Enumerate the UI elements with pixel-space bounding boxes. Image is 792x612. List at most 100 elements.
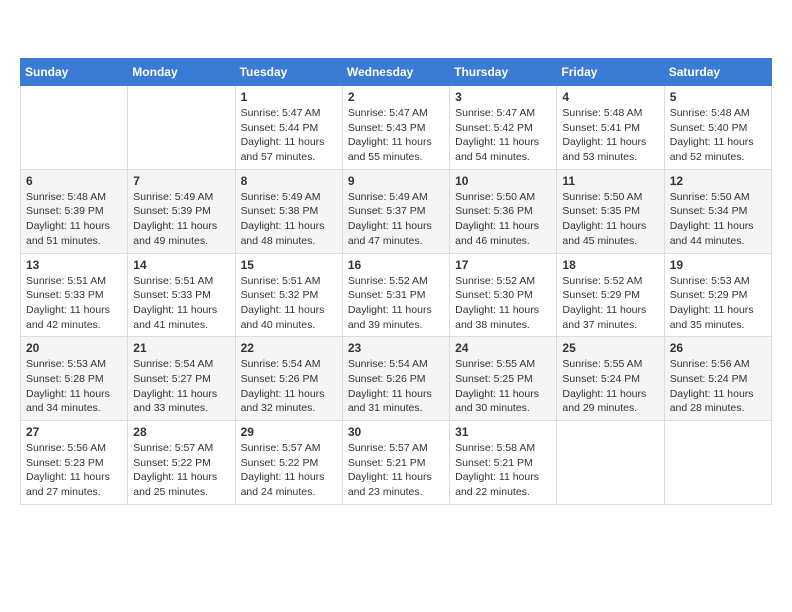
calendar: SundayMondayTuesdayWednesdayThursdayFrid… — [20, 58, 772, 505]
day-number: 7 — [133, 174, 229, 188]
calendar-cell: 25Sunrise: 5:55 AM Sunset: 5:24 PM Dayli… — [557, 337, 664, 421]
day-info: Sunrise: 5:48 AM Sunset: 5:39 PM Dayligh… — [26, 190, 122, 249]
day-info: Sunrise: 5:57 AM Sunset: 5:21 PM Dayligh… — [348, 441, 444, 500]
day-info: Sunrise: 5:54 AM Sunset: 5:27 PM Dayligh… — [133, 357, 229, 416]
day-number: 2 — [348, 90, 444, 104]
calendar-cell: 23 Sunrise: 5:54 AM Sunset: 5:26 PM Dayli… — [342, 337, 449, 421]
calendar-cell: 7 Sunrise: 5:49 AM Sunset: 5:39 PM Daylig… — [128, 169, 235, 253]
day-number: 11 — [562, 174, 658, 188]
weekday-header-row: SundayMondayTuesdayWednesdayThursdayFrid… — [21, 59, 772, 86]
day-number: 6 — [26, 174, 122, 188]
calendar-cell: 15 Sunrise: 5:51 AM Sunset: 5:32 PM Dayli… — [235, 253, 342, 337]
calendar-cell: 20Sunrise: 5:53 AM Sunset: 5:28 PM Dayli… — [21, 337, 128, 421]
day-info: Sunrise: 5:56 AM Sunset: 5:23 PM Dayligh… — [26, 441, 122, 500]
calendar-cell: 4 Sunrise: 5:48 AM Sunset: 5:41 PM Daylig… — [557, 86, 664, 170]
day-number: 29 — [241, 425, 337, 439]
week-row-4: 20Sunrise: 5:53 AM Sunset: 5:28 PM Dayli… — [21, 337, 772, 421]
day-info: Sunrise: 5:53 AM Sunset: 5:29 PM Dayligh… — [670, 274, 766, 333]
day-number: 16 — [348, 258, 444, 272]
calendar-cell — [664, 421, 771, 505]
week-row-1: 1 Sunrise: 5:47 AM Sunset: 5:44 PM Daylig… — [21, 86, 772, 170]
calendar-cell: 1 Sunrise: 5:47 AM Sunset: 5:44 PM Daylig… — [235, 86, 342, 170]
calendar-cell: 11 Sunrise: 5:50 AM Sunset: 5:35 PM Dayli… — [557, 169, 664, 253]
day-info: Sunrise: 5:57 AM Sunset: 5:22 PM Dayligh… — [241, 441, 337, 500]
calendar-cell — [128, 86, 235, 170]
day-number: 10 — [455, 174, 551, 188]
day-number: 4 — [562, 90, 658, 104]
week-row-2: 6 Sunrise: 5:48 AM Sunset: 5:39 PM Daylig… — [21, 169, 772, 253]
calendar-cell: 9 Sunrise: 5:49 AM Sunset: 5:37 PM Daylig… — [342, 169, 449, 253]
calendar-cell: 13Sunrise: 5:51 AM Sunset: 5:33 PM Dayli… — [21, 253, 128, 337]
header — [20, 20, 772, 48]
day-number: 8 — [241, 174, 337, 188]
day-info: Sunrise: 5:48 AM Sunset: 5:41 PM Dayligh… — [562, 106, 658, 165]
day-info: Sunrise: 5:55 AM Sunset: 5:24 PM Dayligh… — [562, 357, 658, 416]
calendar-cell: 5 Sunrise: 5:48 AM Sunset: 5:40 PM Daylig… — [664, 86, 771, 170]
calendar-cell: 2 Sunrise: 5:47 AM Sunset: 5:43 PM Daylig… — [342, 86, 449, 170]
day-info: Sunrise: 5:49 AM Sunset: 5:39 PM Dayligh… — [133, 190, 229, 249]
day-number: 15 — [241, 258, 337, 272]
day-number: 28 — [133, 425, 229, 439]
day-number: 9 — [348, 174, 444, 188]
day-info: Sunrise: 5:54 AM Sunset: 5:26 PM Dayligh… — [348, 357, 444, 416]
day-number: 3 — [455, 90, 551, 104]
day-info: Sunrise: 5:50 AM Sunset: 5:35 PM Dayligh… — [562, 190, 658, 249]
day-number: 1 — [241, 90, 337, 104]
calendar-cell: 30 Sunrise: 5:57 AM Sunset: 5:21 PM Dayli… — [342, 421, 449, 505]
calendar-cell: 19 Sunrise: 5:53 AM Sunset: 5:29 PM Dayli… — [664, 253, 771, 337]
day-number: 14 — [133, 258, 229, 272]
day-number: 30 — [348, 425, 444, 439]
day-info: Sunrise: 5:48 AM Sunset: 5:40 PM Dayligh… — [670, 106, 766, 165]
day-number: 27 — [26, 425, 122, 439]
calendar-cell — [21, 86, 128, 170]
day-number: 31 — [455, 425, 551, 439]
day-info: Sunrise: 5:47 AM Sunset: 5:43 PM Dayligh… — [348, 106, 444, 165]
day-number: 19 — [670, 258, 766, 272]
day-info: Sunrise: 5:54 AM Sunset: 5:26 PM Dayligh… — [241, 357, 337, 416]
calendar-cell: 29 Sunrise: 5:57 AM Sunset: 5:22 PM Dayli… — [235, 421, 342, 505]
day-number: 21 — [133, 341, 229, 355]
logo — [20, 20, 52, 48]
calendar-cell: 21 Sunrise: 5:54 AM Sunset: 5:27 PM Dayli… — [128, 337, 235, 421]
day-number: 23 — [348, 341, 444, 355]
day-info: Sunrise: 5:56 AM Sunset: 5:24 PM Dayligh… — [670, 357, 766, 416]
weekday-header-thursday: Thursday — [450, 59, 557, 86]
day-number: 26 — [670, 341, 766, 355]
day-info: Sunrise: 5:55 AM Sunset: 5:25 PM Dayligh… — [455, 357, 551, 416]
week-row-3: 13 Sunrise: 5:51 AM Sunset: 5:33 PM Dayli… — [21, 253, 772, 337]
calendar-cell: 18Sunrise: 5:52 AM Sunset: 5:29 PM Dayli… — [557, 253, 664, 337]
calendar-cell — [557, 421, 664, 505]
logo-icon — [20, 20, 48, 48]
day-info: Sunrise: 5:49 AM Sunset: 5:38 PM Dayligh… — [241, 190, 337, 249]
calendar-cell: 26 Sunrise: 5:56 AM Sunset: 5:24 PM Dayli… — [664, 337, 771, 421]
day-info: Sunrise: 5:47 AM Sunset: 5:44 PM Dayligh… — [241, 106, 337, 165]
day-info: Sunrise: 5:49 AM Sunset: 5:37 PM Dayligh… — [348, 190, 444, 249]
day-info: Sunrise: 5:58 AM Sunset: 5:21 PM Dayligh… — [455, 441, 551, 500]
day-number: 18 — [562, 258, 658, 272]
calendar-cell: 22 Sunrise: 5:54 AM Sunset: 5:26 PM Dayli… — [235, 337, 342, 421]
weekday-header-tuesday: Tuesday — [235, 59, 342, 86]
calendar-cell: 17 Sunrise: 5:52 AM Sunset: 5:30 PM Dayli… — [450, 253, 557, 337]
calendar-body: 1 Sunrise: 5:47 AM Sunset: 5:44 PM Daylig… — [21, 86, 772, 505]
day-number: 5 — [670, 90, 766, 104]
calendar-cell: 14 Sunrise: 5:51 AM Sunset: 5:33 PM Dayli… — [128, 253, 235, 337]
day-info: Sunrise: 5:51 AM Sunset: 5:32 PM Dayligh… — [241, 274, 337, 333]
day-number: 17 — [455, 258, 551, 272]
weekday-header-friday: Friday — [557, 59, 664, 86]
calendar-cell: 28 Sunrise: 5:57 AM Sunset: 5:22 PM Dayli… — [128, 421, 235, 505]
weekday-header-sunday: Sunday — [21, 59, 128, 86]
day-info: Sunrise: 5:57 AM Sunset: 5:22 PM Dayligh… — [133, 441, 229, 500]
day-info: Sunrise: 5:51 AM Sunset: 5:33 PM Dayligh… — [133, 274, 229, 333]
weekday-header-wednesday: Wednesday — [342, 59, 449, 86]
day-number: 24 — [455, 341, 551, 355]
calendar-cell: 8 Sunrise: 5:49 AM Sunset: 5:38 PM Daylig… — [235, 169, 342, 253]
day-info: Sunrise: 5:52 AM Sunset: 5:30 PM Dayligh… — [455, 274, 551, 333]
day-number: 22 — [241, 341, 337, 355]
day-info: Sunrise: 5:52 AM Sunset: 5:31 PM Dayligh… — [348, 274, 444, 333]
calendar-cell: 12Sunrise: 5:50 AM Sunset: 5:34 PM Dayli… — [664, 169, 771, 253]
weekday-header-saturday: Saturday — [664, 59, 771, 86]
calendar-cell: 16 Sunrise: 5:52 AM Sunset: 5:31 PM Dayli… — [342, 253, 449, 337]
calendar-cell: 10Sunrise: 5:50 AM Sunset: 5:36 PM Dayli… — [450, 169, 557, 253]
calendar-cell: 27 Sunrise: 5:56 AM Sunset: 5:23 PM Dayli… — [21, 421, 128, 505]
day-number: 13 — [26, 258, 122, 272]
